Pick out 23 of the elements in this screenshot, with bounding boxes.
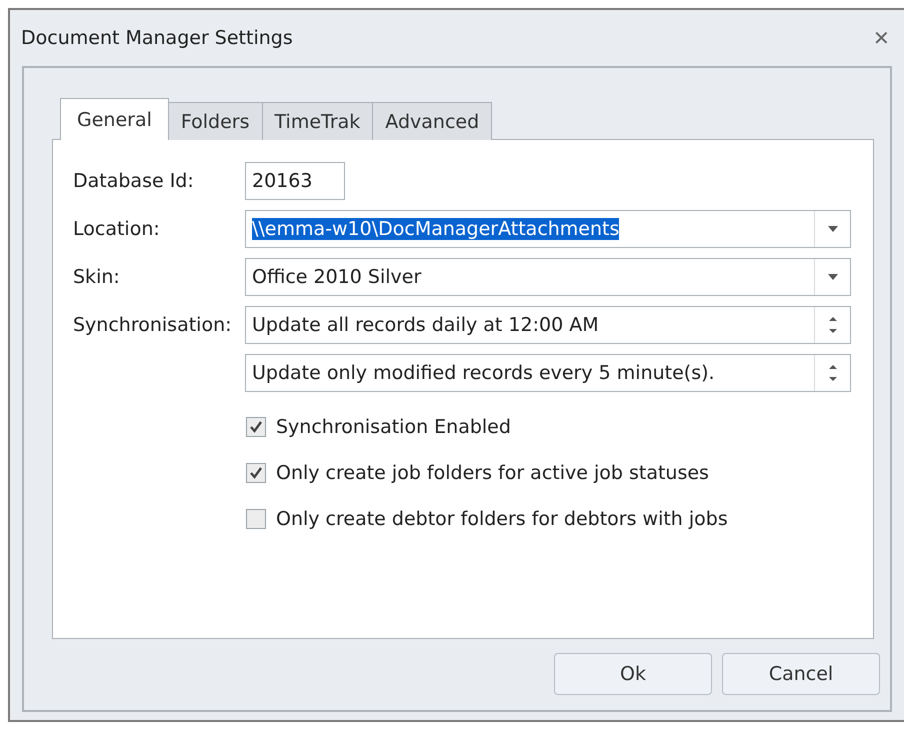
checkbox[interactable] xyxy=(246,417,266,437)
window-title: Document Manager Settings xyxy=(21,27,293,49)
field-label: Database Id: xyxy=(73,170,194,192)
spin-field[interactable]: Update all records daily at 12:00 AM xyxy=(245,306,851,344)
checkbox[interactable] xyxy=(246,509,266,529)
tab[interactable]: Advanced xyxy=(372,102,492,140)
input-field[interactable]: 20163 xyxy=(245,162,345,200)
dropdown-field[interactable]: \\emma-w10\DocManagerAttachments xyxy=(245,210,851,248)
dialog-button[interactable]: Cancel xyxy=(722,653,880,695)
dropdown-field[interactable]: Office 2010 Silver xyxy=(245,258,851,296)
spin-field[interactable]: Update only modified records every 5 minute(s). xyxy=(245,354,851,392)
tab[interactable]: Folders xyxy=(168,102,263,140)
checkbox-label: Only create job folders for active job statuses xyxy=(276,462,709,484)
dialog-button[interactable]: Ok xyxy=(554,653,712,695)
checkbox[interactable] xyxy=(246,463,266,483)
field-label: Location: xyxy=(73,218,160,240)
checkbox-label: Only create debtor folders for debtors with jobs xyxy=(276,508,728,530)
tab[interactable]: TimeTrak xyxy=(262,102,374,140)
close-button[interactable]: ✕ xyxy=(873,26,890,50)
tab[interactable]: General xyxy=(60,98,169,140)
field-label: Skin: xyxy=(73,266,120,288)
field-label: Synchronisation: xyxy=(73,314,232,336)
checkbox-label: Synchronisation Enabled xyxy=(276,416,511,438)
